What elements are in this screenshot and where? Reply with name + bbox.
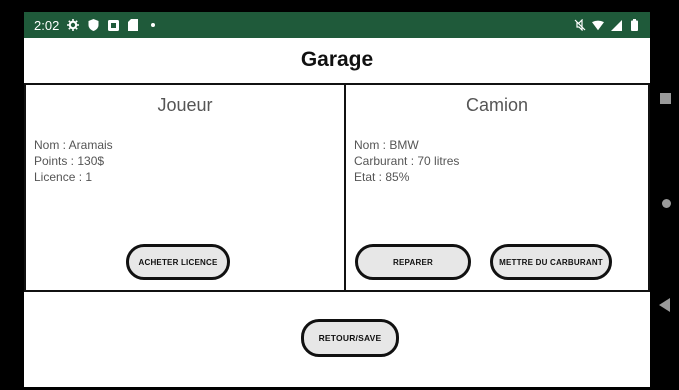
camion-info: Nom : BMW Carburant : 70 litres Etat : 8…	[354, 137, 459, 185]
joueur-panel: Joueur Nom : Aramais Points : 130$ Licen…	[24, 83, 346, 292]
back-save-button[interactable]: RETOUR/SAVE	[301, 319, 399, 357]
joueur-info: Nom : Aramais Points : 130$ Licence : 1	[34, 137, 113, 185]
joueur-points: Points : 130$	[34, 154, 105, 168]
device-frame-top	[0, 0, 679, 12]
repair-button[interactable]: REPARER	[355, 244, 471, 280]
wifi-icon	[592, 19, 604, 31]
footer-area: RETOUR/SAVE	[24, 292, 650, 387]
joueur-heading: Joueur	[157, 95, 213, 115]
square-notification-icon	[107, 19, 119, 31]
mute-icon	[574, 19, 586, 31]
status-left-group: 2:02	[34, 18, 159, 33]
camion-panel: Camion Nom : BMW Carburant : 70 litres E…	[344, 83, 650, 292]
buy-licence-button[interactable]: ACHETER LICENCE	[126, 244, 230, 280]
dot-icon	[147, 19, 159, 31]
sd-card-icon	[127, 19, 139, 31]
signal-icon	[610, 19, 622, 31]
camion-carburant: Carburant : 70 litres	[354, 154, 460, 168]
app-screen: Garage Joueur Nom : Aramais Points : 130…	[24, 38, 650, 387]
page-title: Garage	[300, 48, 374, 71]
device-frame-right	[650, 0, 679, 390]
joueur-nom: Nom : Aramais	[34, 138, 113, 152]
joueur-licence: Licence : 1	[34, 170, 93, 184]
home-icon[interactable]	[662, 199, 671, 208]
gear-icon	[67, 19, 80, 31]
shield-icon	[87, 19, 99, 31]
status-time: 2:02	[34, 17, 60, 33]
camion-etat: Etat : 85%	[354, 170, 410, 184]
battery-icon	[628, 19, 640, 31]
camion-nom: Nom : BMW	[354, 138, 419, 152]
camion-heading: Camion	[465, 95, 529, 115]
back-icon[interactable]	[659, 298, 670, 312]
device-frame-left	[0, 0, 24, 390]
recents-icon[interactable]	[660, 93, 671, 104]
status-right-group	[574, 19, 640, 31]
status-bar: 2:02	[24, 12, 650, 38]
add-fuel-button[interactable]: METTRE DU CARBURANT	[490, 244, 612, 280]
